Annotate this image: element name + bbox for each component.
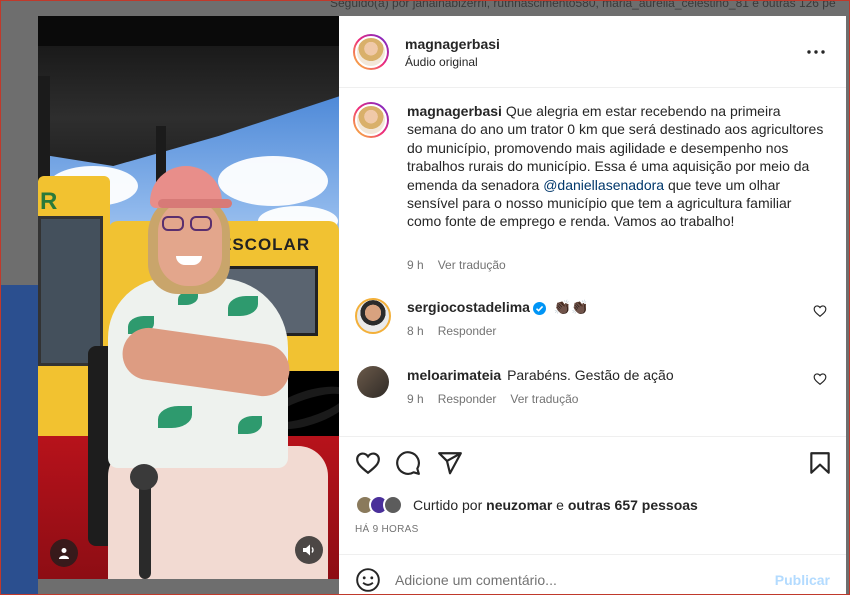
post-details-panel: magnagerbasi Áudio original magnagerbasi… — [339, 16, 846, 595]
background-followed-by-text: Seguido(a) por janainabizerril, ruthnasc… — [330, 0, 836, 10]
comment-bubble-icon[interactable] — [395, 450, 421, 476]
likes-count-link[interactable]: outras 657 pessoas — [568, 497, 698, 513]
author-avatar[interactable] — [353, 34, 389, 70]
comment-input[interactable] — [395, 567, 755, 593]
speaker-icon[interactable] — [295, 536, 323, 564]
bus-sign: ESCOLAR — [220, 235, 311, 254]
see-translation-link[interactable]: Ver tradução — [438, 258, 506, 272]
see-translation-link[interactable]: Ver tradução — [510, 392, 578, 406]
mention-link[interactable]: @daniellasenadora — [543, 177, 664, 193]
post-header: magnagerbasi Áudio original — [339, 16, 846, 88]
caption-author-avatar[interactable] — [353, 102, 389, 138]
comment-timestamp[interactable]: 8 h — [407, 324, 424, 338]
caption-author-username[interactable]: magnagerbasi — [407, 103, 502, 119]
commenter-username[interactable]: meloarimateia — [407, 367, 501, 383]
woman-face — [158, 200, 222, 286]
liker-username[interactable]: neuzomar — [486, 497, 552, 513]
backdrop-page-fragment — [0, 285, 38, 595]
heart-icon[interactable] — [813, 304, 827, 318]
like-heart-icon[interactable] — [355, 450, 381, 476]
more-horizontal-icon[interactable] — [806, 42, 826, 62]
author-username[interactable]: magnagerbasi — [405, 36, 500, 52]
liker-avatars[interactable] — [355, 495, 407, 515]
caption-timestamp[interactable]: 9 h — [407, 258, 424, 272]
emoji-icon[interactable] — [355, 567, 381, 593]
commenter-avatar[interactable] — [355, 298, 391, 334]
commenter-avatar[interactable] — [357, 366, 389, 398]
audio-label[interactable]: Áudio original — [405, 55, 478, 69]
heart-icon[interactable] — [813, 372, 827, 386]
add-comment-bar: Publicar — [339, 554, 846, 595]
likes-summary: Curtido por neuzomar e outras 657 pessoa… — [355, 494, 698, 516]
comment-text: Parabéns. Gestão de ação — [507, 367, 674, 383]
person-icon[interactable] — [50, 539, 78, 567]
share-send-icon[interactable] — [437, 450, 463, 476]
post-media[interactable]: ESCOLAR R — [38, 16, 339, 579]
verified-badge-icon — [532, 301, 546, 315]
post-time-ago[interactable]: HÁ 9 HORAS — [355, 524, 419, 535]
divider — [339, 436, 846, 437]
reply-button[interactable]: Responder — [438, 324, 497, 338]
commenter-username[interactable]: sergiocostadelima — [407, 299, 530, 315]
reply-button[interactable]: Responder — [438, 392, 497, 406]
publish-button[interactable]: Publicar — [775, 572, 830, 588]
caption-text: magnagerbasi Que alegria em estar recebe… — [407, 103, 824, 230]
comment-text: 👏🏿👏🏿 — [553, 299, 589, 315]
bookmark-icon[interactable] — [807, 450, 833, 476]
comment-timestamp[interactable]: 9 h — [407, 392, 424, 406]
